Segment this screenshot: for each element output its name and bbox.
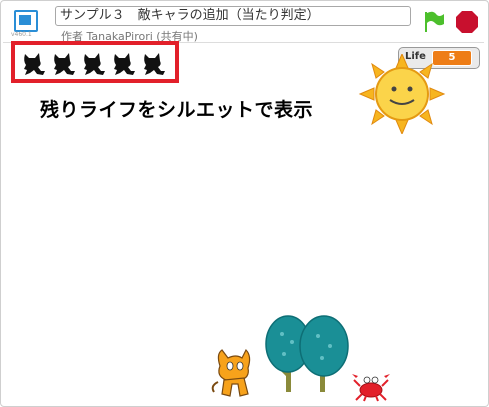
version-label: v460.1 — [11, 31, 32, 38]
fullscreen-button[interactable]: v460.1 — [8, 7, 42, 38]
cat-silhouette-icon — [84, 53, 105, 75]
lives-highlight-box — [11, 41, 179, 83]
tree-sprite[interactable] — [262, 312, 354, 394]
scratch-cat-sprite[interactable] — [210, 348, 254, 400]
crab-sprite[interactable] — [350, 372, 392, 402]
sun-sprite[interactable] — [352, 54, 452, 134]
cat-silhouette-icon — [114, 53, 135, 75]
stop-icon[interactable] — [455, 10, 479, 34]
cat-silhouette-icon — [24, 53, 45, 75]
project-title-field[interactable]: サンプル３ 敵キャラの追加（当たり判定） — [55, 6, 411, 26]
cat-silhouette-icon — [54, 53, 75, 75]
lives-caption: 残りライフをシルエットで表示 — [40, 99, 314, 121]
player-topbar: v460.1 サンプル３ 敵キャラの追加（当たり判定） 作者 TanakaPir… — [0, 0, 489, 44]
cat-silhouette-icon — [144, 53, 165, 75]
green-flag-icon[interactable] — [423, 10, 445, 34]
